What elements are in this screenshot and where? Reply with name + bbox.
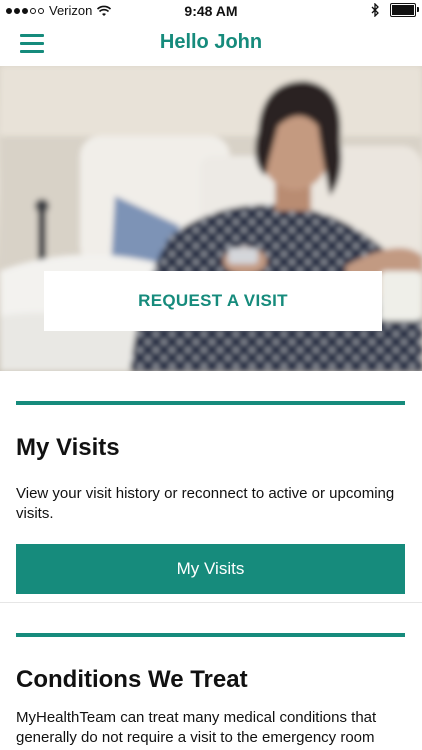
accent-divider	[16, 633, 405, 637]
my-visits-description: View your visit history or reconnect to …	[16, 485, 395, 522]
bluetooth-icon	[371, 3, 379, 17]
status-right	[371, 3, 419, 17]
conditions-description: MyHealthTeam can treat many medical cond…	[16, 709, 377, 746]
my-visits-card: My Visits View your visit history or rec…	[0, 371, 422, 603]
accent-divider	[16, 401, 405, 405]
conditions-title: Conditions We Treat	[16, 666, 248, 693]
status-bar: Verizon 9:48 AM	[0, 0, 422, 22]
my-visits-title: My Visits	[16, 434, 120, 461]
conditions-card: Conditions We Treat MyHealthTeam can tre…	[0, 603, 422, 750]
my-visits-button[interactable]: My Visits	[16, 544, 405, 594]
status-time: 9:48 AM	[184, 3, 238, 19]
hero-banner: REQUEST A VISIT	[0, 66, 422, 371]
battery-icon	[390, 3, 419, 17]
request-visit-button[interactable]: REQUEST A VISIT	[44, 271, 382, 331]
nav-bar: Hello John	[0, 22, 422, 67]
page-title: Hello John	[159, 31, 263, 53]
